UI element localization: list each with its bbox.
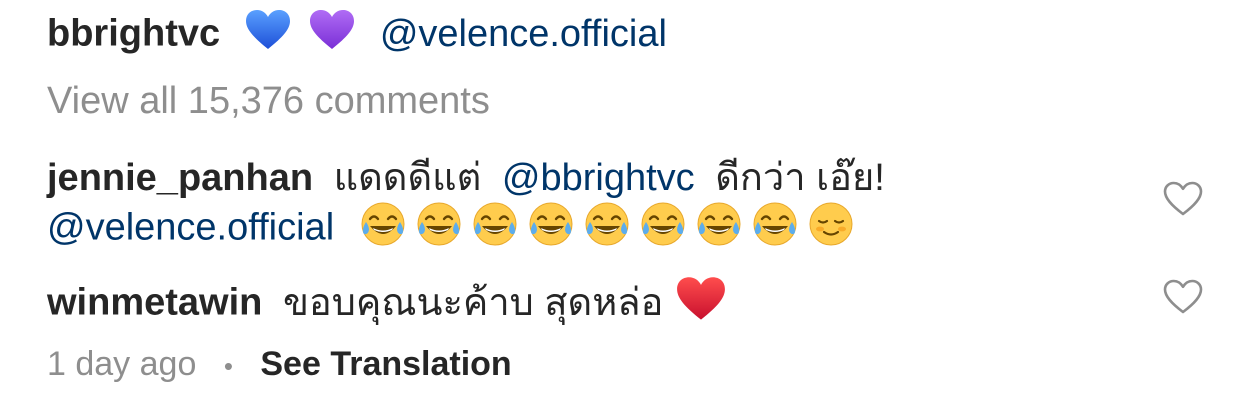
comment-1-continued: @velence.official xyxy=(47,200,863,259)
post-timestamp: 1 day ago xyxy=(47,345,197,383)
caption-username[interactable]: bbrightvc xyxy=(47,13,220,55)
tears-of-joy-icon xyxy=(471,200,519,259)
smiling-face-icon xyxy=(807,200,855,259)
comment-2-username[interactable]: winmetawin xyxy=(47,282,262,324)
tears-of-joy-icon xyxy=(639,200,687,259)
view-all-comments-link[interactable]: View all 15,376 comments xyxy=(47,78,490,124)
tears-of-joy-icon xyxy=(415,200,463,259)
comment-1-username[interactable]: jennie_panhan xyxy=(47,157,313,199)
tears-of-joy-icon xyxy=(359,200,407,259)
blue-heart-icon xyxy=(245,9,291,62)
post-meta: 1 day ago • See Translation xyxy=(47,341,512,389)
tears-of-joy-icon xyxy=(583,200,631,259)
comment-1-text: แดดดีแต่ xyxy=(333,157,482,199)
like-comment-1-button[interactable] xyxy=(1163,181,1203,217)
comment-1: jennie_panhan แดดดีแต่ @bbrightvc ดีกว่า… xyxy=(47,155,885,201)
caption-mention-link[interactable]: @velence.official xyxy=(380,13,667,55)
tears-of-joy-icon xyxy=(751,200,799,259)
comment-1-text-after: ดีกว่า เอ๊ย! xyxy=(715,157,885,199)
meta-separator: • xyxy=(223,351,233,382)
heart-outline-icon xyxy=(1163,181,1203,216)
comment-1-mention-link[interactable]: @bbrightvc xyxy=(502,157,695,199)
caption-line: bbrightvc @velence.official xyxy=(47,9,667,62)
comment-2: winmetawin ขอบคุณนะค้าบ สุดหล่อ xyxy=(47,276,734,333)
comment-1-mention-link-2[interactable]: @velence.official xyxy=(47,207,334,249)
heart-outline-icon xyxy=(1163,279,1203,314)
see-translation-link[interactable]: See Translation xyxy=(260,345,511,383)
tears-of-joy-icon xyxy=(695,200,743,259)
red-heart-icon xyxy=(676,276,726,333)
comment-2-text: ขอบคุณนะค้าบ สุดหล่อ xyxy=(282,281,664,324)
comment-1-emojis xyxy=(359,202,863,249)
tears-of-joy-icon xyxy=(527,200,575,259)
like-comment-2-button[interactable] xyxy=(1163,279,1203,315)
purple-heart-icon xyxy=(309,9,355,62)
